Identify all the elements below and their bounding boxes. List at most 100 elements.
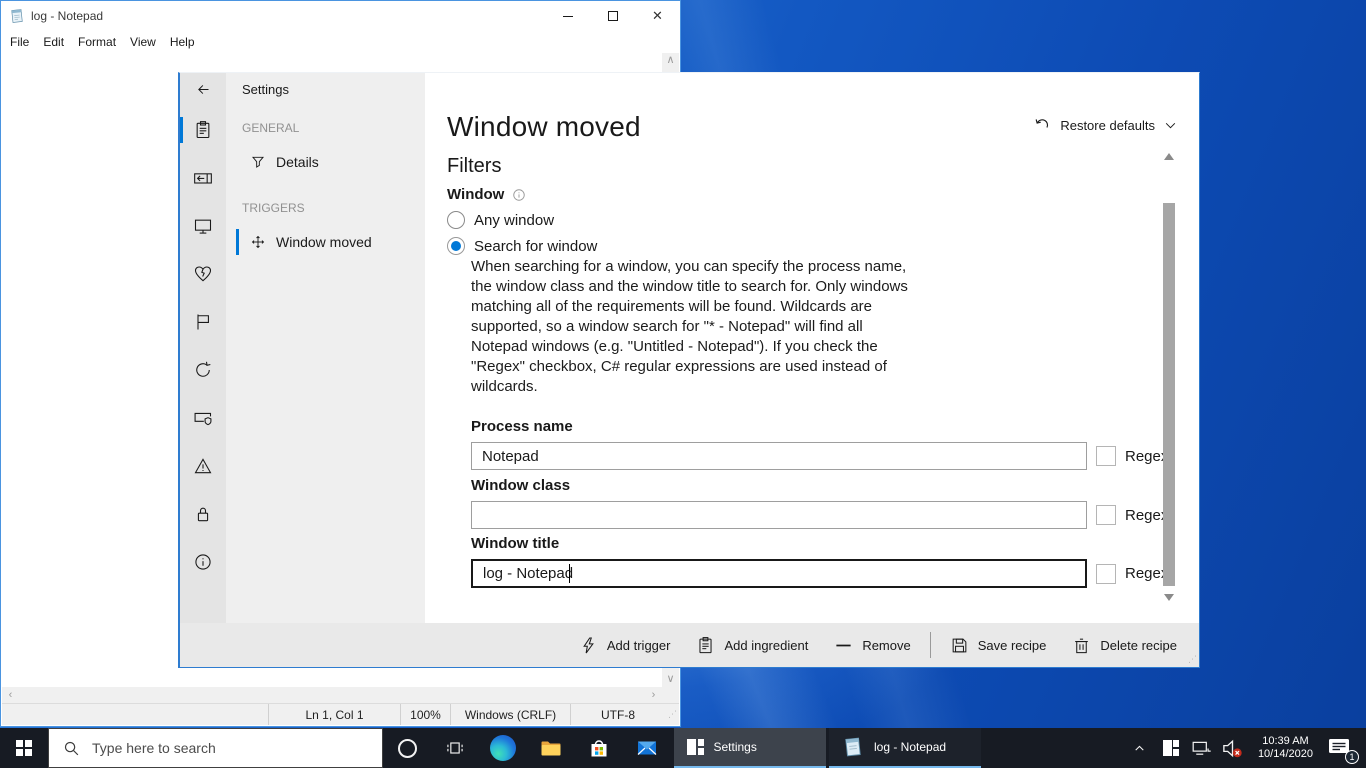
- scroll-up-arrow[interactable]: [1164, 153, 1174, 160]
- content-scrollbar[interactable]: [1163, 153, 1175, 601]
- scroll-down-arrow[interactable]: ∨: [662, 672, 679, 687]
- nav-header-general: GENERAL: [242, 121, 299, 135]
- search-icon: [63, 740, 80, 757]
- network-button[interactable]: [1190, 738, 1214, 759]
- process-name-row: Regex: [471, 442, 1168, 470]
- notepad-title: log - Notepad: [31, 9, 545, 23]
- windows-logo-icon: [16, 740, 32, 756]
- notepad-close-button[interactable]: ✕: [635, 2, 680, 31]
- scrollbar-thumb[interactable]: [1163, 203, 1175, 586]
- mail-button[interactable]: [623, 728, 671, 768]
- status-line-ending: Windows (CRLF): [450, 704, 570, 725]
- menu-edit[interactable]: Edit: [36, 33, 71, 51]
- menu-help[interactable]: Help: [163, 33, 202, 51]
- store-button[interactable]: [575, 728, 623, 768]
- window-class-label: Window class: [471, 477, 570, 494]
- sidebar-item-flag[interactable]: [180, 298, 226, 346]
- scroll-right-arrow[interactable]: ›: [645, 688, 662, 703]
- funnel-icon: [250, 154, 266, 170]
- info-tooltip-icon[interactable]: [512, 188, 526, 202]
- sidebar-item-window-security[interactable]: [180, 394, 226, 442]
- file-explorer-icon: [539, 736, 563, 760]
- notepad-titlebar[interactable]: log - Notepad ✕: [1, 1, 680, 31]
- sidebar-item-health[interactable]: [180, 250, 226, 298]
- delete-recipe-button[interactable]: Delete recipe: [1059, 623, 1190, 667]
- radio-circle-selected[interactable]: [447, 237, 465, 255]
- edge-button[interactable]: [479, 728, 527, 768]
- notepad-icon: [842, 736, 864, 758]
- tray-app-button[interactable]: [1159, 740, 1183, 756]
- volume-button[interactable]: [1221, 737, 1245, 760]
- flag-icon: [193, 312, 213, 332]
- sidebar-item-security[interactable]: [180, 490, 226, 538]
- window-class-input[interactable]: [471, 501, 1087, 529]
- cortana-button[interactable]: [383, 728, 431, 768]
- taskbar-clock[interactable]: 10:39 AM 10/14/2020: [1252, 735, 1319, 761]
- restore-defaults-label: Restore defaults: [1060, 118, 1155, 133]
- radio-any-window[interactable]: Any window: [447, 211, 554, 229]
- settings-window: Settings GENERAL Details TRIGGERS Window…: [178, 72, 1200, 668]
- window-title-input[interactable]: [471, 559, 1087, 588]
- system-tray: 10:39 AM 10/14/2020 1: [1128, 728, 1366, 768]
- resize-grip[interactable]: ⋰: [1188, 654, 1197, 665]
- menu-format[interactable]: Format: [71, 33, 123, 51]
- taskbar-app-settings[interactable]: Settings: [674, 728, 826, 768]
- sidebar-item-about[interactable]: [180, 538, 226, 586]
- notification-badge: 1: [1345, 750, 1359, 764]
- start-button[interactable]: [0, 728, 48, 768]
- window-group-label: Window: [447, 186, 526, 203]
- nav-item-window-moved[interactable]: Window moved: [226, 225, 425, 259]
- taskbar-app-notepad[interactable]: log - Notepad: [829, 728, 981, 768]
- clock-date: 10/14/2020: [1258, 748, 1313, 761]
- scroll-down-arrow[interactable]: [1164, 594, 1174, 601]
- minus-icon: [834, 636, 853, 655]
- window-class-input-wrap: [471, 501, 1087, 529]
- edge-icon: [490, 735, 516, 761]
- action-center-button[interactable]: 1: [1326, 735, 1356, 761]
- window-shield-icon: [193, 408, 213, 428]
- window-title-label: Window title: [471, 535, 559, 552]
- scroll-up-arrow[interactable]: ∧: [662, 53, 679, 68]
- task-view-button[interactable]: [431, 728, 479, 768]
- display-icon: [193, 216, 213, 236]
- save-recipe-button[interactable]: Save recipe: [937, 623, 1060, 667]
- scroll-left-arrow[interactable]: ‹: [2, 688, 19, 703]
- sidebar-item-card[interactable]: [180, 154, 226, 202]
- radio-label: Search for window: [474, 238, 597, 255]
- hidden-icons-button[interactable]: [1128, 742, 1152, 755]
- notepad-minimize-button[interactable]: [545, 2, 590, 31]
- restore-defaults-button[interactable]: Restore defaults: [1033, 116, 1177, 134]
- sidebar-item-restart[interactable]: [180, 346, 226, 394]
- status-empty: [2, 704, 268, 725]
- add-ingredient-button[interactable]: Add ingredient: [683, 623, 821, 667]
- regex-checkbox-class[interactable]: [1096, 505, 1116, 525]
- sidebar-item-display[interactable]: [180, 202, 226, 250]
- taskbar-search-box[interactable]: Type here to search: [48, 728, 383, 768]
- regex-label: Regex: [1125, 565, 1168, 582]
- regex-checkbox-process[interactable]: [1096, 446, 1116, 466]
- nav-item-details[interactable]: Details: [226, 145, 425, 179]
- radio-label: Any window: [474, 212, 554, 229]
- window-title-row: Regex: [471, 559, 1168, 588]
- process-name-input[interactable]: [471, 442, 1087, 470]
- file-explorer-button[interactable]: [527, 728, 575, 768]
- refresh-icon: [193, 360, 213, 380]
- notepad-statusbar: Ln 1, Col 1 100% Windows (CRLF) UTF-8 ⋰: [2, 703, 679, 725]
- notepad-horizontal-scrollbar[interactable]: ‹ ›: [2, 687, 662, 704]
- back-button[interactable]: [180, 73, 226, 106]
- notepad-maximize-button[interactable]: [590, 2, 635, 31]
- radio-circle[interactable]: [447, 211, 465, 229]
- search-placeholder: Type here to search: [92, 740, 216, 756]
- toolbar-separator: [930, 632, 931, 658]
- menu-view[interactable]: View: [123, 33, 163, 51]
- remove-button[interactable]: Remove: [821, 623, 923, 667]
- regex-checkbox-title[interactable]: [1096, 564, 1116, 584]
- search-description: When searching for a window, you can spe…: [471, 257, 917, 397]
- settings-nav: Settings GENERAL Details TRIGGERS Window…: [226, 73, 425, 623]
- add-trigger-button[interactable]: Add trigger: [566, 623, 684, 667]
- menu-file[interactable]: File: [3, 33, 36, 51]
- sidebar-item-recipes[interactable]: [180, 106, 226, 154]
- radio-search-for-window[interactable]: Search for window: [447, 237, 597, 255]
- sidebar-item-warnings[interactable]: [180, 442, 226, 490]
- settings-window-title: Settings: [242, 82, 289, 97]
